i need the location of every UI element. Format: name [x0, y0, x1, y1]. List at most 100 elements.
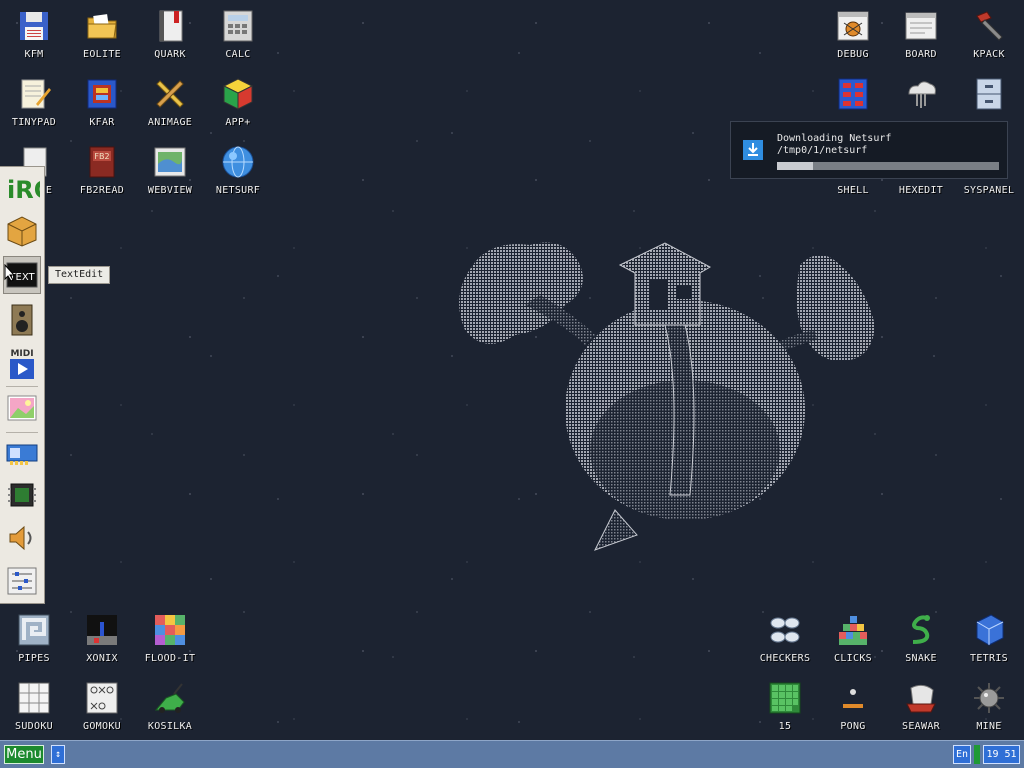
activity-indicator: [974, 745, 980, 764]
desktop-icon-animage[interactable]: ANIMAGE: [136, 68, 204, 132]
cloud-tools-icon: [908, 81, 936, 108]
desktop-icon-gomoku[interactable]: GOMOKU: [68, 672, 136, 736]
icon-label: KOSILKA: [147, 721, 193, 732]
icon-label: XONIX: [86, 653, 118, 664]
desktop-icon-snake[interactable]: SNAKE: [887, 604, 955, 668]
terminal-grid-icon: [838, 78, 868, 110]
icon-label: CALC: [225, 49, 251, 60]
desktop-icon-seawar[interactable]: SEAWAR: [887, 672, 955, 736]
panel-separator: [6, 432, 38, 433]
desktop-icon-sudoku[interactable]: SUDOKU: [0, 672, 68, 736]
icon-label: SEAWAR: [902, 721, 940, 732]
desktop-icon-netsurf[interactable]: NETSURF: [204, 136, 272, 200]
xonix-icon: [87, 615, 117, 645]
chip-icon[interactable]: [4, 477, 40, 513]
tetris-icon: [976, 614, 1004, 646]
desktop-icon-xonix[interactable]: XONIX: [68, 604, 136, 668]
notification-title: Downloading Netsurf: [777, 133, 892, 144]
language-indicator[interactable]: En: [953, 745, 971, 764]
icon-label: KFM: [24, 49, 44, 60]
folder-icon: [87, 14, 117, 39]
desktop-icon-board[interactable]: BOARD: [887, 0, 955, 64]
speaker-icon[interactable]: [4, 302, 40, 338]
desktop-icon-kfm[interactable]: KFM: [0, 0, 68, 64]
rubik-cube-icon: [222, 78, 254, 110]
desktop-icon-checkers[interactable]: CHECKERS: [751, 604, 819, 668]
ship-icon: [906, 684, 936, 713]
icon-label: APP+: [225, 117, 251, 128]
package-icon[interactable]: [4, 212, 40, 248]
icon-label: SNAKE: [905, 653, 937, 664]
icon-label: NETSURF: [215, 185, 261, 196]
icon-label: MINE: [976, 721, 1002, 732]
icon-label: SHELL: [837, 185, 869, 196]
picture-icon[interactable]: [4, 390, 40, 426]
volume-icon[interactable]: [4, 520, 40, 556]
icon-label: SUDOKU: [15, 721, 53, 732]
clock[interactable]: 19 51: [983, 745, 1020, 764]
desktop-icon-kpack[interactable]: KPACK: [955, 0, 1023, 64]
menu-button[interactable]: Menu: [4, 745, 44, 764]
hammer-icon: [976, 11, 1003, 41]
blocks-icon: [839, 616, 867, 645]
mixer-icon[interactable]: [4, 563, 40, 599]
icon-label: EOLITE: [83, 49, 121, 60]
download-notification[interactable]: Downloading Netsurf /tmp0/1/netsurf: [730, 121, 1008, 179]
desktop-icon-eolite[interactable]: EOLITE: [68, 0, 136, 64]
desktop-icon-app-plus[interactable]: APP+: [204, 68, 272, 132]
planet-house-wallpaper: [459, 242, 875, 551]
svg-text:iRC: iRC: [7, 176, 40, 204]
icon-label: PIPES: [18, 653, 50, 664]
floppy-disk-icon: [20, 12, 48, 40]
fifteen-puzzle-icon: [769, 682, 801, 714]
window-switch-button[interactable]: ↕: [51, 745, 65, 764]
desktop-icon-fb2read[interactable]: FB2 FB2READ: [68, 136, 136, 200]
midi-player-icon[interactable]: MIDI: [4, 345, 40, 381]
icon-label: BOARD: [905, 49, 937, 60]
desktop-icon-debug[interactable]: DEBUG: [819, 0, 887, 64]
mine-icon: [974, 683, 1004, 713]
icon-label: TINYPAD: [11, 117, 57, 128]
pong-icon: [843, 689, 863, 708]
board-window-icon: [905, 12, 937, 40]
bug-window-icon: [837, 11, 869, 41]
snake-icon: [912, 615, 930, 644]
desktop-icon-webview[interactable]: WEBVIEW: [136, 136, 204, 200]
icon-label: PONG: [840, 721, 866, 732]
map-window-icon: [154, 147, 186, 177]
icon-label: FLOOD-IT: [144, 653, 196, 664]
desktop-icon-quark[interactable]: QUARK: [136, 0, 204, 64]
calculator-icon: [223, 10, 253, 42]
download-progress-bar: [777, 162, 999, 170]
icon-label: FB2READ: [79, 185, 125, 196]
pencil-ruler-icon: [156, 80, 184, 108]
desktop-icon-kosilka[interactable]: KOSILKA: [136, 672, 204, 736]
pipes-icon: [18, 614, 50, 646]
irc-icon[interactable]: iRC: [4, 170, 40, 206]
fb2-book-icon: FB2: [89, 146, 115, 178]
icon-label: CHECKERS: [759, 653, 811, 664]
desktop-icon-pipes[interactable]: PIPES: [0, 604, 68, 668]
desktop-icon-clicks[interactable]: CLICKS: [819, 604, 887, 668]
download-progress-fill: [777, 162, 813, 170]
desktop-icon-15[interactable]: 15: [751, 672, 819, 736]
download-arrow-icon: [743, 140, 763, 160]
quick-launch-panel: iRC TEXT MIDI: [0, 166, 45, 604]
desktop-icon-kfar[interactable]: KFAR: [68, 68, 136, 132]
desktop-icon-calc[interactable]: CALC: [204, 0, 272, 64]
icon-label: CLICKS: [834, 653, 872, 664]
gomoku-icon: [86, 682, 118, 714]
notification-path: /tmp0/1/netsurf: [777, 145, 868, 156]
desktop-icon-pong[interactable]: PONG: [819, 672, 887, 736]
desktop-icon-flood-it[interactable]: FLOOD-IT: [136, 604, 204, 668]
network-card-icon[interactable]: [4, 435, 40, 471]
icon-label: HEXEDIT: [898, 185, 944, 196]
desktop-icon-tetris[interactable]: TETRIS: [955, 604, 1023, 668]
icon-label: KFAR: [89, 117, 115, 128]
panel-separator: [6, 386, 38, 387]
globe-icon: [222, 146, 254, 178]
icon-label: SYSPANEL: [963, 185, 1015, 196]
desktop-icon-tinypad[interactable]: TINYPAD: [0, 68, 68, 132]
color-grid-icon: [155, 615, 185, 645]
desktop-icon-mine[interactable]: MINE: [955, 672, 1023, 736]
